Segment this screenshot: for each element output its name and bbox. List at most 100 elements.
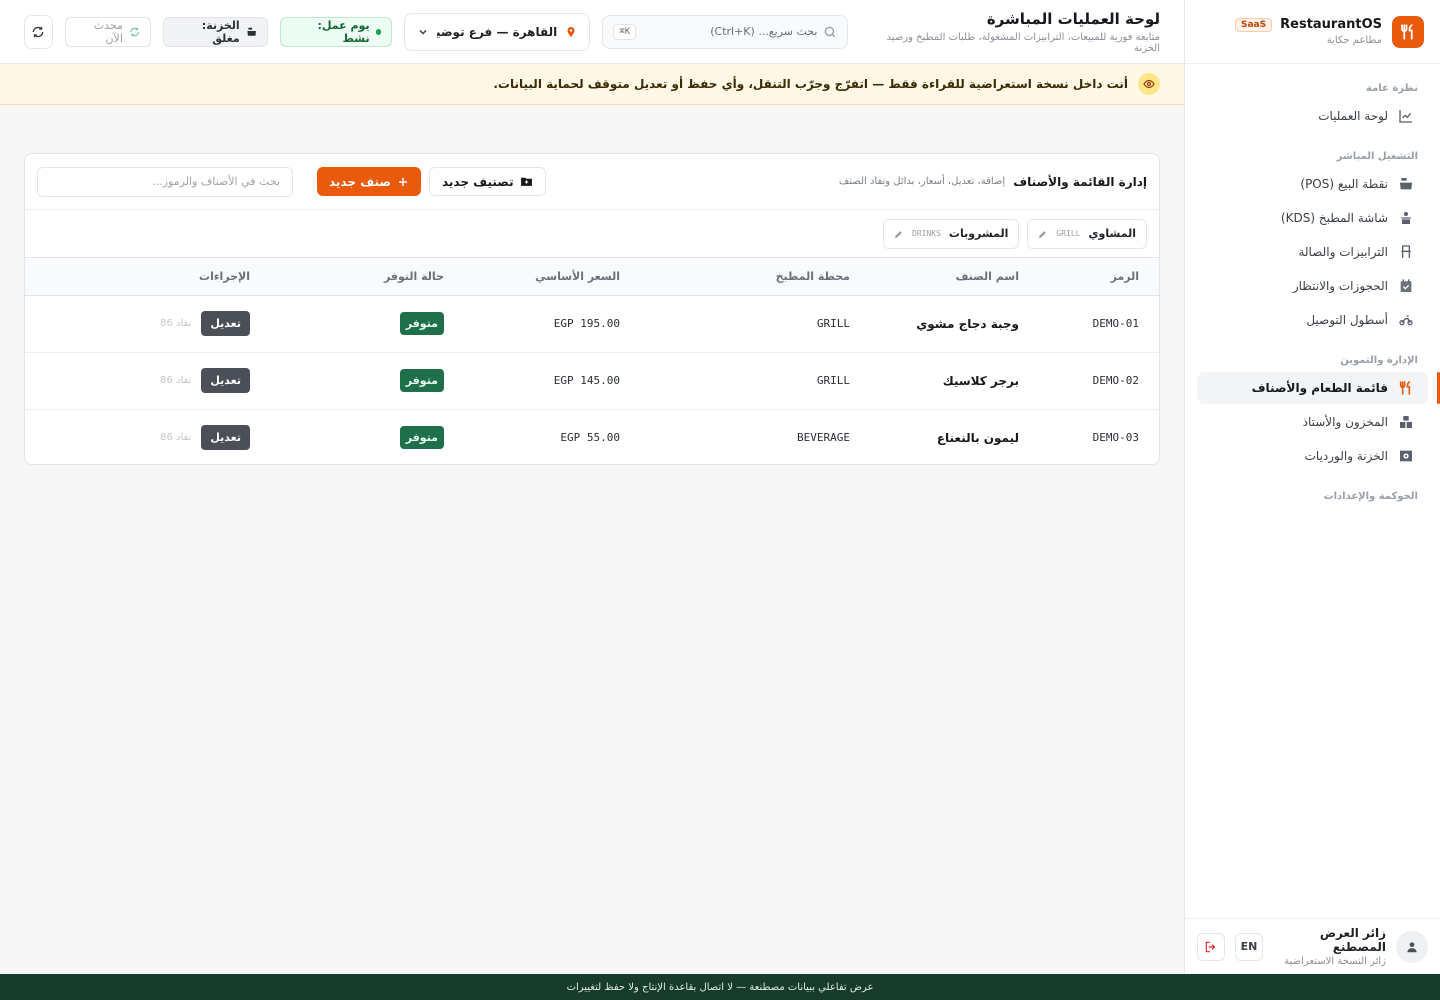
search-icon	[825, 26, 836, 37]
nav-group-live: التشغيل المباشر نقطة البيع (POS) شاشة ال…	[1185, 146, 1440, 336]
table-row: DEMO-01 وجبة دجاج مشوي GRILL EGP 195.00 …	[25, 295, 1159, 353]
branch-label: القاهرة — فرع توضيـ...	[437, 24, 558, 39]
sold-out-button[interactable]: نفاد 86	[160, 375, 191, 386]
item-price: EGP 145.00	[464, 352, 640, 410]
sidebar-item-label: الترابيزات والصالة	[1298, 245, 1388, 259]
calendar-icon	[1400, 279, 1412, 292]
pencil-icon[interactable]	[1038, 229, 1048, 239]
item-name: برجر كلاسيك	[870, 352, 1039, 410]
column-header-code: الرمز	[1039, 258, 1159, 296]
sidebar-item-inventory[interactable]: المخزون والأستاذ	[1197, 406, 1428, 438]
sidebar-item-label: شاشة المطبخ (KDS)	[1280, 211, 1388, 225]
branch-select[interactable]: القاهرة — فرع توضيـ...	[404, 12, 591, 51]
sidebar-item-pos[interactable]: نقطة البيع (POS)	[1197, 168, 1428, 200]
sidebar-item-kds[interactable]: شاشة المطبخ (KDS)	[1197, 202, 1428, 234]
category-tabs: المشاوي GRILL المشروبات DRINKS	[25, 210, 1159, 258]
boxes-icon	[1400, 416, 1412, 428]
sidebar-item-menu[interactable]: قائمة الطعام والأصناف	[1197, 372, 1440, 404]
sold-out-button[interactable]: نفاد 86	[160, 432, 191, 443]
cash-register-icon	[247, 27, 256, 36]
menu-management-card: إدارة القائمة والأصناف إضافة، تعديل، أسع…	[24, 153, 1160, 465]
demo-footer: عرض تفاعلي ببيانات مصطنعة — لا اتصال بقا…	[0, 974, 1440, 1000]
item-status-cell: متوفر	[270, 409, 464, 464]
table-row: DEMO-02 برجر كلاسيك GRILL EGP 145.00 متو…	[25, 352, 1159, 410]
banner-text: أنت داخل نسخة استعراضية للقراءة فقط — ات…	[493, 77, 1128, 91]
sidebar: RestaurantOS SaaS مطاعم حكاية نظرة عامة …	[1184, 0, 1440, 974]
item-station: BEVERAGE	[797, 431, 850, 445]
updated-label: محدث الآن	[93, 18, 123, 45]
sidebar-item-delivery[interactable]: أسطول التوصيل	[1197, 304, 1428, 336]
page-subtitle: متابعة فورية للمبيعات، الترابيزات المشغو…	[886, 31, 1161, 54]
page-title: لوحة العمليات المباشرة	[986, 9, 1160, 28]
new-category-label: تصنيف جديد	[441, 174, 514, 189]
category-chip-drinks[interactable]: المشروبات DRINKS	[883, 218, 1020, 249]
nav-group-governance: الحوكمة والإعدادات	[1185, 486, 1440, 506]
column-header-status: حالة التوفر	[270, 258, 464, 296]
chair-icon	[1401, 245, 1411, 258]
nav-group-title[interactable]: الحوكمة والإعدادات	[1197, 486, 1428, 506]
status-dot	[375, 28, 382, 35]
language-button[interactable]: EN	[1235, 932, 1263, 961]
status-badge[interactable]: متوفر	[399, 426, 444, 450]
workday-status-badge: يوم عمل: نشط	[280, 16, 393, 47]
edit-button[interactable]: تعديل	[201, 425, 250, 451]
safe-icon	[1400, 450, 1412, 462]
table-header-row: الرمز اسم الصنف محطة المطبخ السعر الأساس…	[25, 258, 1159, 296]
shortcut-hint: K⌘	[613, 23, 637, 40]
nav-group-title: التشغيل المباشر	[1336, 150, 1418, 162]
column-header-station: محطة المطبخ	[640, 258, 870, 296]
saas-badge: SaaS	[1235, 17, 1273, 32]
sidebar-item-reservations[interactable]: الحجوزات والانتظار	[1197, 270, 1428, 302]
item-code: DEMO-03	[1092, 431, 1139, 445]
sidebar-item-tables[interactable]: الترابيزات والصالة	[1197, 236, 1428, 268]
user-role: زائر النسخة الاستعراضية	[1284, 956, 1386, 967]
refresh-icon	[32, 26, 44, 37]
new-category-button[interactable]: تصنيف جديد	[428, 167, 546, 196]
category-name: المشروبات	[948, 227, 1009, 240]
brand-subtitle: مطاعم حكاية	[1326, 35, 1382, 46]
edit-button[interactable]: تعديل	[201, 368, 250, 393]
item-status-cell: متوفر	[270, 295, 464, 353]
sidebar-item-label: الخزنة والورديات	[1304, 449, 1388, 463]
item-actions-cell: تعديل نفاد 86	[25, 409, 270, 464]
category-chip-grill[interactable]: المشاوي GRILL	[1027, 218, 1147, 249]
category-code: GRILL	[1056, 229, 1081, 238]
location-pin-icon	[567, 26, 575, 37]
plus-icon	[398, 177, 407, 186]
logout-icon	[1205, 941, 1216, 952]
sidebar-item-label: نقطة البيع (POS)	[1300, 177, 1388, 191]
nav-group-overview: نظرة عامة لوحة العمليات	[1185, 78, 1440, 132]
sidebar-item-label: قائمة الطعام والأصناف	[1251, 381, 1388, 395]
card-header: إدارة القائمة والأصناف إضافة، تعديل، أسع…	[25, 154, 1159, 210]
sidebar-item-label: أسطول التوصيل	[1306, 313, 1388, 327]
user-name: زائر العرض المصطنع	[1319, 926, 1386, 954]
avatar[interactable]	[1396, 930, 1428, 963]
column-header-actions: الإجراءات	[25, 258, 270, 296]
cash-register-icon	[1400, 178, 1412, 190]
quick-search-input[interactable]: بحث سريع... (Ctrl+K) K⌘	[602, 14, 849, 49]
pencil-icon[interactable]	[894, 229, 904, 239]
item-code: DEMO-01	[1039, 295, 1159, 353]
edit-button[interactable]: تعديل	[201, 311, 250, 336]
logout-button[interactable]	[1197, 932, 1225, 961]
table-row: DEMO-03 ليمون بالنعناع BEVERAGE EGP 55.0…	[25, 409, 1159, 464]
sidebar-item-cashbox[interactable]: الخزنة والورديات	[1197, 440, 1428, 472]
item-actions-cell: تعديل نفاد 86	[25, 295, 270, 353]
kitchen-icon	[1401, 212, 1411, 224]
items-search-input[interactable]: بحث في الأصناف والرموز...	[37, 166, 293, 197]
sold-out-button[interactable]: نفاد 86	[160, 318, 191, 329]
card-title: إدارة القائمة والأصناف	[1013, 174, 1147, 189]
status-badge[interactable]: متوفر	[399, 369, 444, 392]
status-badge[interactable]: متوفر	[399, 312, 444, 335]
search-placeholder: بحث سريع... (Ctrl+K)	[710, 25, 818, 38]
sidebar-item-dashboard[interactable]: لوحة العمليات	[1197, 100, 1428, 132]
user-box: زائر العرض المصطنع زائر النسخة الاستعراض…	[1185, 918, 1440, 974]
refresh-button[interactable]	[23, 14, 53, 49]
cashbox-status-label: الخزنة: مغلق	[201, 18, 240, 45]
chevron-down-icon	[419, 29, 427, 35]
new-item-button[interactable]: صنف جديد	[317, 167, 421, 196]
sidebar-item-label: المخزون والأستاذ	[1302, 415, 1388, 429]
eye-icon	[1138, 73, 1160, 95]
brand[interactable]: RestaurantOS SaaS مطاعم حكاية	[1185, 0, 1440, 64]
nav-group-title: الإدارة والتموين	[1340, 354, 1418, 366]
